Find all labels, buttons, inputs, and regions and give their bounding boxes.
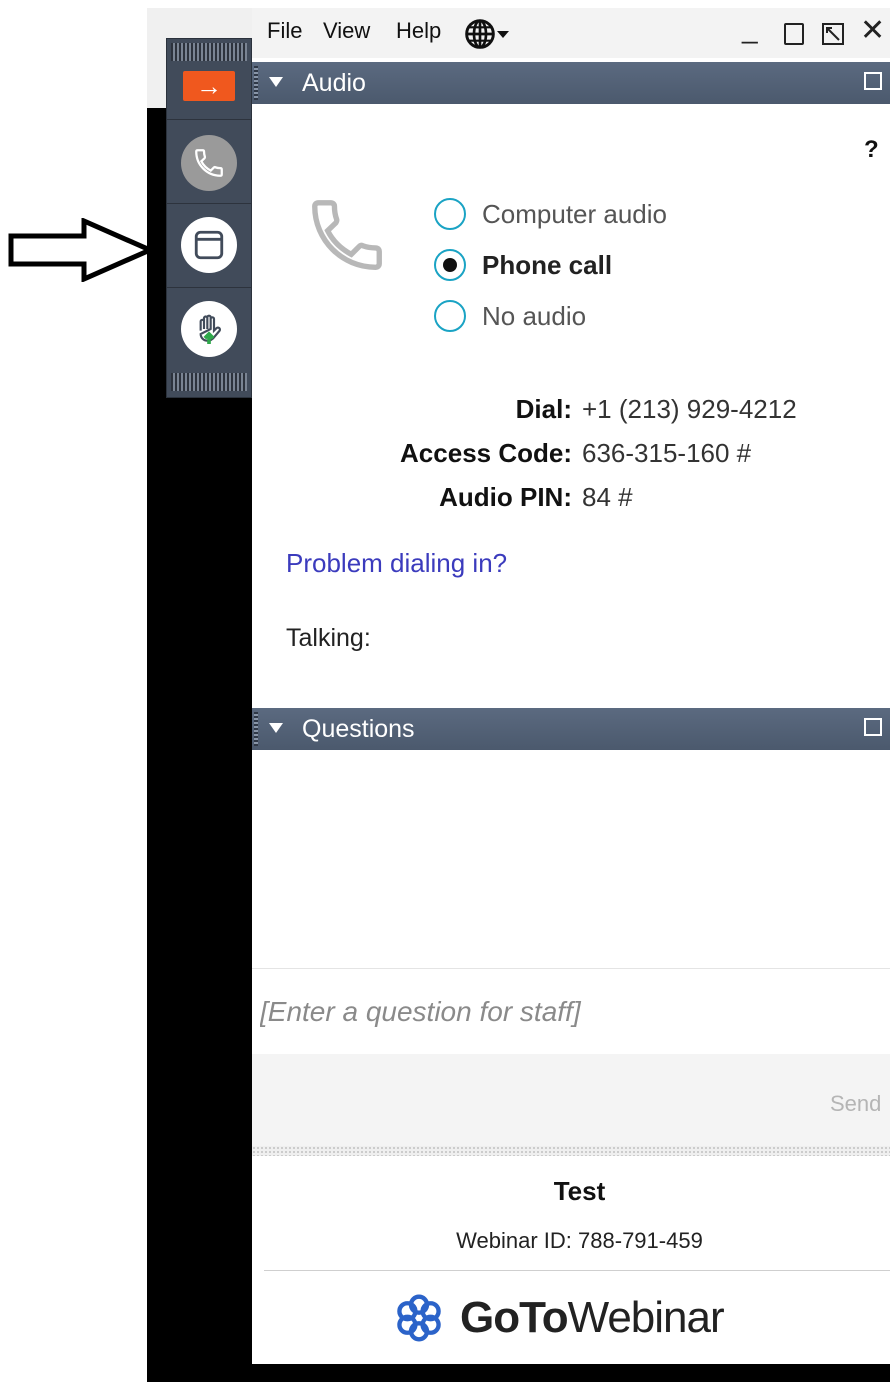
audio-help-button[interactable]: ?	[864, 136, 879, 164]
menu-help[interactable]: Help	[396, 18, 441, 44]
collapse-triangle-icon	[269, 723, 283, 733]
webinar-id: Webinar ID: 788-791-459	[456, 1228, 703, 1253]
radio-phone-call[interactable]: Phone call	[434, 247, 612, 283]
questions-panel-header[interactable]: Questions	[252, 708, 890, 750]
screen-view-button[interactable]	[181, 217, 237, 273]
menu-view[interactable]: View	[323, 18, 370, 44]
language-menu[interactable]	[464, 18, 510, 50]
radio-label: No audio	[482, 300, 587, 331]
brand-webinar-text: Webinar	[567, 1293, 725, 1342]
panel-grip	[254, 712, 258, 746]
panel-grip	[254, 66, 258, 100]
questions-popout-icon[interactable]	[864, 718, 882, 736]
audio-toggle-button[interactable]	[181, 135, 237, 191]
menu-bar: File View Help _ ✕	[252, 8, 890, 58]
dial-value: +1 (213) 929-4212	[582, 394, 797, 424]
globe-icon	[465, 19, 495, 49]
phone-icon	[195, 149, 223, 177]
control-toolbar: →	[166, 38, 252, 398]
audio-panel-title: Audio	[302, 69, 366, 97]
gotowebinar-flower-icon	[397, 1294, 441, 1342]
gotowebinar-logo: GoTo Webinar	[390, 1290, 725, 1346]
question-input[interactable]	[258, 983, 882, 1041]
questions-panel-title: Questions	[302, 715, 415, 743]
popout-icon	[822, 23, 844, 45]
radio-button[interactable]	[434, 198, 466, 230]
problem-dialing-link[interactable]: Problem dialing in?	[286, 548, 507, 579]
audio-pin-value: 84 #	[582, 482, 633, 512]
questions-log[interactable]	[252, 750, 890, 968]
audio-popout-icon[interactable]	[864, 72, 882, 90]
question-input-wrap	[252, 968, 890, 1056]
brand-goto-text: GoTo	[460, 1293, 569, 1342]
close-button[interactable]: ✕	[860, 16, 885, 46]
send-button[interactable]: Send	[824, 1086, 890, 1122]
footer-divider	[264, 1270, 890, 1271]
radio-label: Computer audio	[482, 198, 667, 229]
phone-icon	[312, 200, 382, 270]
talking-label: Talking:	[286, 624, 371, 652]
annotation-arrow-icon	[8, 218, 154, 282]
send-row: Send	[252, 1054, 890, 1146]
radio-computer-audio[interactable]: Computer audio	[434, 196, 667, 232]
radio-no-audio[interactable]: No audio	[434, 298, 586, 334]
toolbar-grip-bottom[interactable]	[171, 373, 247, 391]
radio-label: Phone call	[482, 249, 613, 280]
collapse-triangle-icon	[269, 77, 283, 87]
raise-hand-button[interactable]	[181, 301, 237, 357]
radio-button[interactable]	[434, 249, 466, 281]
chevron-down-icon	[497, 31, 509, 38]
window-icon	[194, 230, 224, 260]
toolbar-cell-collapse	[167, 39, 251, 120]
audio-panel-header[interactable]: Audio	[252, 62, 890, 104]
webinar-title: Test	[553, 1176, 606, 1206]
minimize-button[interactable]: _	[742, 14, 758, 44]
raise-hand-icon	[199, 314, 221, 344]
popout-button[interactable]	[822, 23, 844, 45]
resize-divider[interactable]	[252, 1146, 890, 1156]
background-bottom	[250, 1364, 890, 1382]
control-panel-window: File View Help _ ✕ Audio ? Computer audi…	[252, 8, 890, 1364]
access-code-value: 636-315-160 #	[582, 438, 752, 468]
access-code-label: Access Code:	[400, 438, 572, 468]
webinar-footer: Test Webinar ID: 788-791-459 GoTo Webinar	[252, 1156, 890, 1364]
maximize-button[interactable]	[784, 23, 804, 45]
dial-label: Dial:	[515, 394, 572, 424]
radio-button[interactable]	[434, 300, 466, 332]
audio-pin-label: Audio PIN:	[439, 482, 572, 512]
menu-file[interactable]: File	[267, 18, 302, 44]
